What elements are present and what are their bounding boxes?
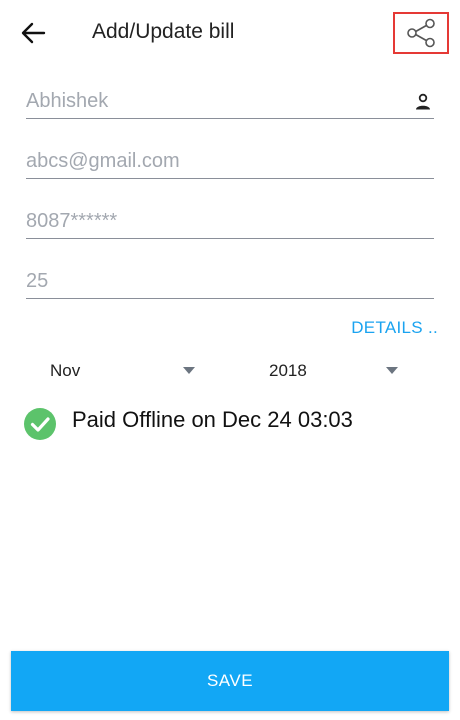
- amount-value: 25: [26, 270, 49, 292]
- status-text: Paid Offline on Dec 24 03:03: [72, 407, 353, 432]
- name-field[interactable]: Abhishek: [26, 78, 434, 119]
- email-value: abcs@gmail.com: [26, 150, 180, 172]
- payment-status: Paid Offline on Dec 24 03:03: [24, 404, 444, 444]
- share-button[interactable]: [393, 12, 449, 54]
- month-value: Nov: [50, 361, 81, 380]
- chevron-down-icon: [386, 367, 398, 374]
- app-toolbar: Add/Update bill: [0, 0, 460, 66]
- back-button[interactable]: [18, 18, 54, 48]
- arrow-left-icon: [21, 22, 46, 44]
- name-value: Abhishek: [26, 90, 109, 112]
- save-button[interactable]: SAVE: [11, 651, 449, 711]
- month-dropdown[interactable]: Nov: [50, 356, 200, 386]
- share-icon: [407, 18, 435, 48]
- chevron-down-icon: [183, 367, 195, 374]
- phone-value: 8087******: [26, 210, 118, 232]
- year-dropdown[interactable]: 2018: [269, 356, 404, 386]
- year-value: 2018: [269, 361, 307, 380]
- amount-field[interactable]: 25: [26, 258, 434, 299]
- phone-field[interactable]: 8087******: [26, 198, 434, 239]
- check-circle-icon: [24, 408, 56, 440]
- page-title: Add/Update bill: [92, 20, 235, 43]
- details-link[interactable]: DETAILS ..: [351, 318, 438, 338]
- person-icon: [416, 93, 430, 110]
- email-field[interactable]: abcs@gmail.com: [26, 138, 434, 179]
